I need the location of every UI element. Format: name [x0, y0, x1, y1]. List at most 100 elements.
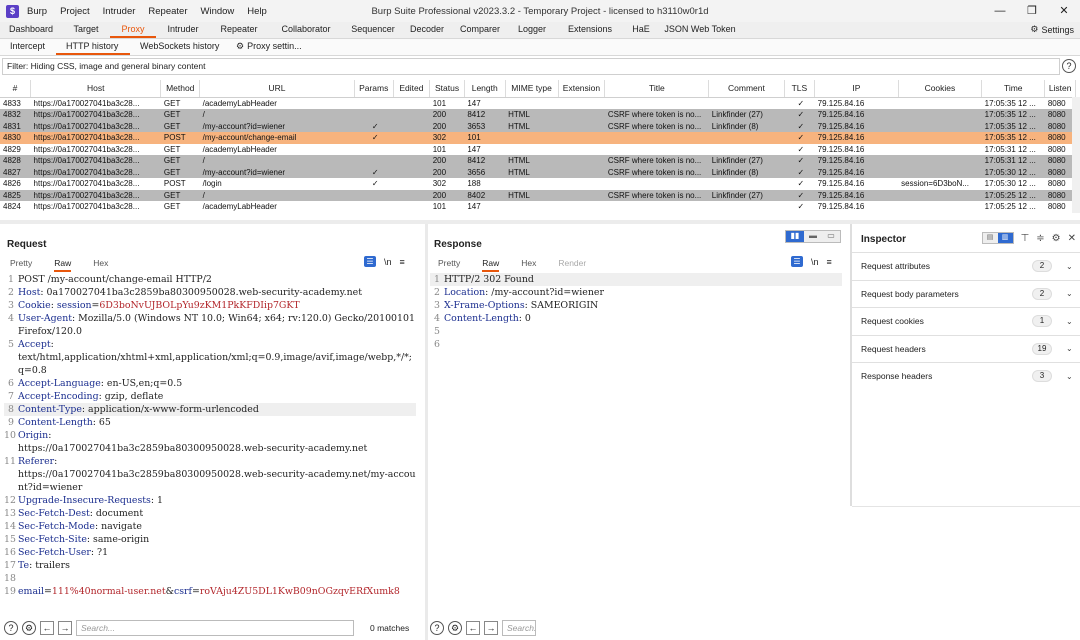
menu-item-burp[interactable]: Burp	[27, 6, 47, 17]
main-tab-proxy[interactable]: Proxy	[110, 22, 156, 38]
gear-icon[interactable]: ⚙	[1052, 233, 1061, 244]
pane-splitter[interactable]	[0, 220, 1080, 224]
inspector-section-request-headers[interactable]: Request headers 19 ⌄	[852, 334, 1080, 362]
main-tab-hae[interactable]: HaE	[624, 22, 658, 38]
filter-bar[interactable]: Filter: Hiding CSS, image and general bi…	[2, 58, 1060, 75]
column-header[interactable]: Method	[160, 80, 201, 98]
main-tab-extensions[interactable]: Extensions	[556, 22, 624, 38]
request-editor[interactable]: 1 POST /my-account/change-email HTTP/2 2 Ho…	[4, 273, 416, 598]
column-header[interactable]: Extension	[558, 80, 606, 98]
restore-icon[interactable]: ❐	[1016, 0, 1048, 22]
column-header[interactable]: Listen	[1044, 80, 1076, 98]
table-row[interactable]: 4832 https://0a170027041ba3c28... GET/200 8…	[0, 109, 1076, 121]
message-actions-icon[interactable]: ☰	[791, 256, 803, 267]
request-tab-raw[interactable]: Raw	[54, 258, 72, 272]
next-arrow-icon[interactable]: →	[58, 621, 72, 635]
column-header[interactable]: Params	[354, 80, 394, 98]
help-icon[interactable]: ?	[1062, 59, 1076, 73]
align-top-icon[interactable]: ⊤	[1021, 233, 1030, 244]
menu-item-intruder[interactable]: Intruder	[103, 6, 136, 17]
response-tab-pretty[interactable]: Pretty	[438, 258, 460, 272]
chevron-down-icon[interactable]: ⌄	[1066, 289, 1080, 298]
inspector-section-request-cookies[interactable]: Request cookies 1 ⌄	[852, 307, 1080, 334]
gear-icon[interactable]: ⚙	[22, 621, 36, 635]
tab-http-history[interactable]: HTTP history	[56, 39, 130, 55]
close-inspector-icon[interactable]: ✕	[1068, 233, 1076, 244]
gear-icon[interactable]: ⚙	[448, 621, 462, 635]
inspector-layout-toggle[interactable]: ▤ ▥	[981, 232, 1014, 244]
request-search-input[interactable]: Search...	[76, 620, 354, 636]
message-actions-icon[interactable]: ☰	[364, 256, 376, 267]
response-tab-hex[interactable]: Hex	[521, 258, 536, 272]
chevron-down-icon[interactable]: ⌄	[1066, 372, 1080, 381]
menu-item-help[interactable]: Help	[247, 6, 267, 17]
tab-websockets-history[interactable]: WebSockets history	[130, 39, 226, 55]
column-header[interactable]: MIME type	[505, 80, 559, 98]
table-row[interactable]: 4829 https://0a170027041ba3c28... GET/acad…	[0, 143, 1076, 155]
layout-toggle[interactable]: ▮▮ ▬ ▭	[785, 230, 841, 243]
menu-item-window[interactable]: Window	[201, 6, 235, 17]
chevron-down-icon[interactable]: ⌄	[1066, 344, 1080, 353]
minimize-icon[interactable]: —	[984, 0, 1016, 22]
column-header[interactable]: TLS	[784, 80, 816, 98]
main-tab-intruder[interactable]: Intruder	[156, 22, 210, 38]
response-search-input[interactable]: Search...	[502, 620, 536, 636]
column-header[interactable]: Cookies	[898, 80, 983, 98]
menu-icon[interactable]: ≡	[400, 257, 405, 267]
response-editor[interactable]: 1 HTTP/2 302 Found 2 Location: /my-account?…	[430, 273, 842, 351]
column-header[interactable]: Time	[981, 80, 1046, 98]
main-tab-collaborator[interactable]: Collaborator	[268, 22, 344, 38]
inspector-section-request-body-parameters[interactable]: Request body parameters 2 ⌄	[852, 279, 1080, 307]
tab-intercept[interactable]: Intercept	[0, 39, 56, 55]
column-header[interactable]: Length	[464, 80, 506, 98]
column-header[interactable]: #	[0, 80, 32, 98]
chevron-down-icon[interactable]: ⌄	[1066, 317, 1080, 326]
newline-toggle-icon[interactable]: \n	[384, 257, 392, 267]
main-tab-target[interactable]: Target	[62, 22, 110, 38]
main-tab-decoder[interactable]: Decoder	[402, 22, 452, 38]
align-center-icon[interactable]: ≑	[1036, 233, 1044, 244]
table-row[interactable]: 4833 https://0a170027041ba3c28... GET/acad…	[0, 97, 1076, 109]
help-icon[interactable]: ?	[430, 621, 444, 635]
menu-icon[interactable]: ≡	[827, 257, 832, 267]
single-tab-icon[interactable]: ▭	[822, 231, 840, 242]
request-tab-hex[interactable]: Hex	[93, 258, 108, 272]
inspector-layout-b-icon[interactable]: ▥	[997, 233, 1013, 243]
side-by-side-icon[interactable]: ▮▮	[786, 231, 804, 242]
table-row[interactable]: 4828 https://0a170027041ba3c28... GET/200 8…	[0, 155, 1076, 167]
menu-item-project[interactable]: Project	[60, 6, 90, 17]
help-icon[interactable]: ?	[4, 621, 18, 635]
column-header[interactable]: Host	[30, 80, 162, 98]
table-row[interactable]: 4831 https://0a170027041ba3c28... GET/my-a…	[0, 120, 1076, 132]
next-arrow-icon[interactable]: →	[484, 621, 498, 635]
main-tab-dashboard[interactable]: Dashboard	[0, 22, 62, 38]
history-scrollbar[interactable]	[1072, 97, 1080, 213]
request-tab-pretty[interactable]: Pretty	[10, 258, 32, 272]
newline-toggle-icon[interactable]: \n	[811, 257, 819, 267]
proxy-settings-button[interactable]: ⚙ Proxy settin...	[226, 39, 312, 55]
column-header[interactable]: IP	[814, 80, 899, 98]
table-row[interactable]: 4830 https://0a170027041ba3c28... POST/my-…	[0, 132, 1076, 144]
main-tab-json-web-token[interactable]: JSON Web Token	[658, 22, 742, 38]
response-tab-raw[interactable]: Raw	[482, 258, 500, 272]
table-row[interactable]: 4824 https://0a170027041ba3c28... GET/acad…	[0, 201, 1076, 213]
menu-item-repeater[interactable]: Repeater	[148, 6, 187, 17]
inspector-section-response-headers[interactable]: Response headers 3 ⌄	[852, 362, 1080, 389]
inspector-section-request-attributes[interactable]: Request attributes 2 ⌄	[852, 252, 1080, 279]
close-window-icon[interactable]: ✕	[1048, 0, 1080, 22]
previous-arrow-icon[interactable]: ←	[40, 621, 54, 635]
main-tab-logger[interactable]: Logger	[508, 22, 556, 38]
column-header[interactable]: Edited	[393, 80, 431, 98]
column-header[interactable]: Comment	[708, 80, 785, 98]
stacked-icon[interactable]: ▬	[804, 231, 822, 242]
settings-button[interactable]: ⚙ Settings	[1030, 24, 1074, 35]
table-row[interactable]: 4826 https://0a170027041ba3c28... POST/log…	[0, 178, 1076, 190]
response-tab-render[interactable]: Render	[558, 258, 586, 272]
request-response-splitter[interactable]	[425, 224, 428, 640]
column-header[interactable]: URL	[199, 80, 355, 98]
previous-arrow-icon[interactable]: ←	[466, 621, 480, 635]
main-tab-comparer[interactable]: Comparer	[452, 22, 508, 38]
main-tab-sequencer[interactable]: Sequencer	[344, 22, 402, 38]
inspector-layout-a-icon[interactable]: ▤	[982, 233, 998, 243]
main-tab-repeater[interactable]: Repeater	[210, 22, 268, 38]
